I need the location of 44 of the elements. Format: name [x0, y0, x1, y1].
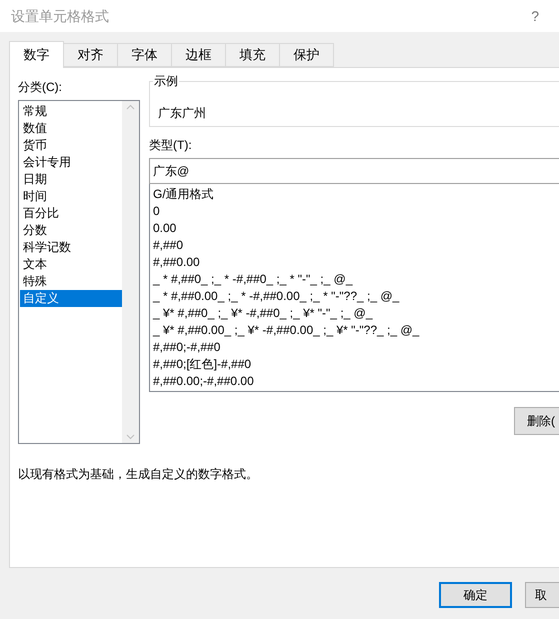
tab[interactable]: 字体 — [118, 43, 172, 67]
category-item[interactable]: 自定义 — [20, 290, 122, 307]
delete-button[interactable]: 删除( — [514, 407, 559, 435]
category-item[interactable]: 会计专用 — [20, 154, 122, 171]
sample-value: 广东广州 — [158, 105, 206, 122]
format-item[interactable]: _ ¥* #,##0_ ;_ ¥* -#,##0_ ;_ ¥* "-"_ ;_ @_ — [153, 305, 559, 322]
format-item[interactable]: #,##0;-#,##0 — [153, 339, 559, 356]
format-item[interactable]: 0 — [153, 203, 559, 220]
format-item[interactable]: _ * #,##0.00_ ;_ * -#,##0.00_ ;_ * "-"??_ ;_ @_ — [153, 288, 559, 305]
format-item[interactable]: #,##0.00 — [153, 254, 559, 271]
category-item[interactable]: 百分比 — [20, 205, 122, 222]
scroll-down-icon[interactable] — [126, 434, 135, 440]
type-label: 类型(T): — [149, 137, 193, 153]
category-item[interactable]: 时间 — [20, 188, 122, 205]
format-item[interactable]: _ * #,##0_ ;_ * -#,##0_ ;_ * "-"_ ;_ @_ — [153, 271, 559, 288]
tab[interactable]: 保护 — [280, 43, 334, 67]
format-item[interactable]: G/通用格式 — [153, 186, 559, 203]
tab[interactable]: 填充 — [226, 43, 280, 67]
format-item[interactable]: _ ¥* #,##0.00_ ;_ ¥* -#,##0.00_ ;_ ¥* "-"??_ ;_ @_ — [153, 322, 559, 339]
format-item[interactable]: #,##0 — [153, 237, 559, 254]
tab[interactable]: 数字 — [9, 41, 64, 68]
tab[interactable]: 边框 — [172, 43, 226, 67]
scrollbar[interactable] — [122, 101, 139, 443]
category-label: 分类(C): — [18, 79, 63, 96]
category-item[interactable]: 数值 — [20, 120, 122, 137]
tab[interactable]: 对齐 — [64, 43, 118, 67]
ok-button[interactable]: 确定 — [439, 582, 512, 608]
format-item[interactable]: #,##0;[红色]-#,##0 — [153, 356, 559, 373]
format-item[interactable]: 0.00 — [153, 220, 559, 237]
category-item[interactable]: 特殊 — [20, 273, 122, 290]
description-text: 以现有格式为基础，生成自定义的数字格式。 — [18, 466, 259, 483]
category-item[interactable]: 文本 — [20, 256, 122, 273]
cancel-button[interactable]: 取 — [525, 582, 559, 608]
category-item[interactable]: 常规 — [20, 103, 122, 120]
category-item[interactable]: 科学记数 — [20, 239, 122, 256]
type-input[interactable]: 广东@ — [149, 158, 559, 184]
help-button[interactable]: ? — [531, 6, 539, 26]
category-item[interactable]: 日期 — [20, 171, 122, 188]
window-title: 设置单元格格式 — [11, 6, 109, 26]
sample-legend: 示例 — [153, 73, 179, 89]
format-item[interactable]: #,##0.00;-#,##0.00 — [153, 373, 559, 390]
category-item[interactable]: 分数 — [20, 222, 122, 239]
scroll-up-icon[interactable] — [126, 104, 135, 110]
category-item[interactable]: 货币 — [20, 137, 122, 154]
